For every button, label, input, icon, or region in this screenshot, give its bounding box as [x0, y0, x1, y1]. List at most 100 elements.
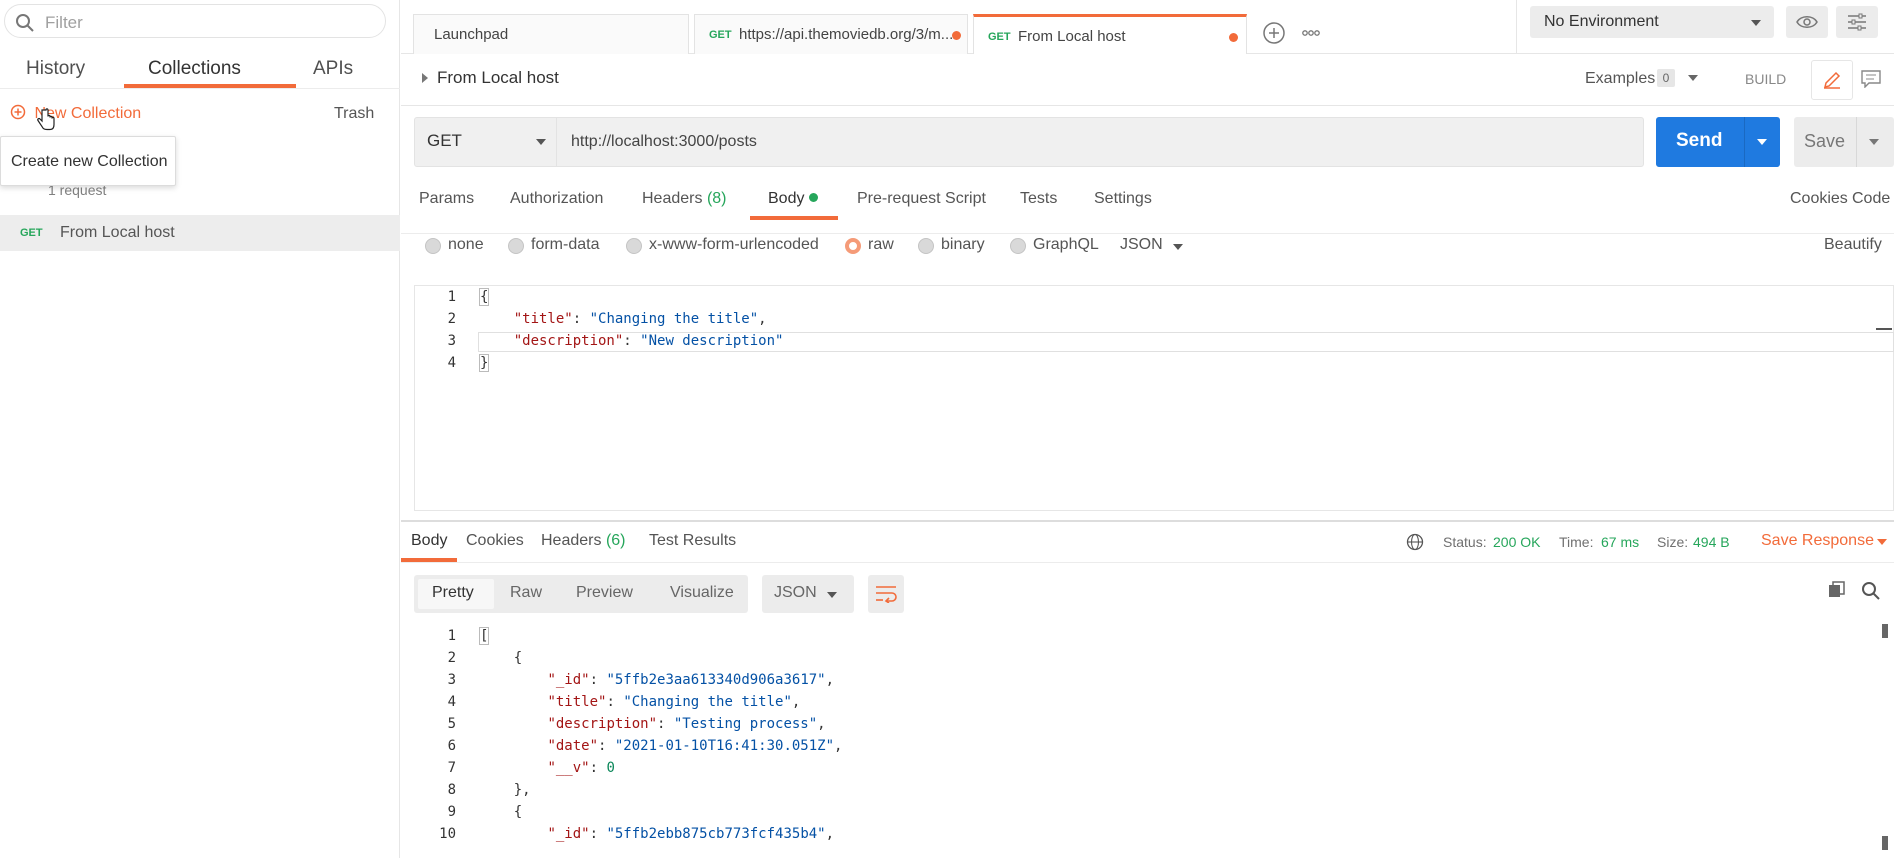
tab-params[interactable]: Params	[419, 190, 474, 208]
hand-cursor-icon	[37, 108, 55, 131]
code-line: "_id": "5ffb2ebb875cb773fcf435b4",	[547, 826, 835, 842]
scrollbar-thumb[interactable]	[1882, 836, 1888, 850]
chevron-down-icon[interactable]	[1687, 74, 1699, 82]
tab-label: https://api.themoviedb.org/3/m...	[739, 26, 954, 43]
headers-count: (6)	[605, 532, 626, 549]
divider	[1516, 0, 1517, 54]
radio-binary[interactable]	[918, 238, 934, 254]
chevron-down-icon[interactable]	[1172, 243, 1184, 251]
tab-moviedb[interactable]: GET https://api.themoviedb.org/3/m...	[694, 14, 968, 54]
response-body-viewer[interactable]: 1 2 3 4 5 6 7 8 9 10 [ { "_id": "5ffb2e3…	[401, 622, 1894, 858]
tooltip: Create new Collection	[0, 136, 176, 186]
copy-icon[interactable]	[1827, 580, 1847, 600]
tab-settings[interactable]: Settings	[1094, 190, 1152, 208]
wrap-lines-button[interactable]	[868, 575, 904, 613]
view-pretty[interactable]: Pretty	[432, 584, 474, 602]
examples-button[interactable]: Examples	[1585, 70, 1655, 88]
eye-icon	[1796, 16, 1818, 28]
build-label[interactable]: BUILD	[1745, 71, 1786, 87]
view-preview[interactable]: Preview	[576, 584, 633, 602]
code-line: },	[480, 782, 531, 798]
request-name: From Local host	[60, 224, 175, 241]
more-tabs-icon[interactable]	[1296, 18, 1326, 48]
line-number: 7	[447, 760, 456, 776]
save-response-button[interactable]: Save Response	[1761, 532, 1874, 550]
search-input[interactable]: Filter	[4, 4, 386, 38]
pane-splitter[interactable]	[401, 520, 1894, 522]
tab-history[interactable]: History	[26, 58, 85, 80]
tab-label: Headers	[642, 190, 703, 207]
tab-pre-request-script[interactable]: Pre-request Script	[857, 190, 986, 208]
radio-none[interactable]	[425, 238, 441, 254]
cookies-link[interactable]: Cookies	[1790, 190, 1848, 208]
new-tab-icon[interactable]	[1259, 18, 1289, 48]
tab-body[interactable]: Body	[768, 190, 818, 208]
radio-form-data[interactable]	[508, 238, 524, 254]
radio-raw[interactable]	[845, 238, 861, 254]
scrollbar-thumb[interactable]	[1882, 624, 1888, 638]
environment-value: No Environment	[1544, 13, 1659, 30]
code-line: {	[480, 650, 523, 666]
response-tab-test-results[interactable]: Test Results	[649, 532, 736, 550]
pencil-icon	[1823, 71, 1841, 89]
chevron-down-icon[interactable]	[1876, 538, 1888, 546]
tab-collections[interactable]: Collections	[148, 58, 241, 80]
url-input[interactable]: http://localhost:3000/posts	[571, 133, 757, 151]
response-tab-cookies[interactable]: Cookies	[466, 532, 524, 550]
sidebar: Filter History Collections APIs New Coll…	[0, 0, 400, 858]
send-button[interactable]: Send	[1656, 117, 1780, 167]
method-value: GET	[427, 131, 462, 150]
view-visualize[interactable]: Visualize	[670, 584, 734, 602]
beautify-link[interactable]: Beautify	[1824, 236, 1882, 254]
body-format-select[interactable]: JSON	[1120, 236, 1163, 254]
wrap-lines-icon	[876, 586, 897, 603]
response-tab-headers[interactable]: Headers (6)	[541, 532, 626, 550]
new-collection-button[interactable]: New Collection	[10, 104, 141, 123]
line-number: 1	[447, 289, 456, 305]
chevron-down-icon	[1751, 20, 1761, 26]
radio-urlencoded[interactable]	[626, 238, 642, 254]
size-value[interactable]: 494 B	[1693, 534, 1730, 550]
tab-from-local-host[interactable]: GET From Local host	[973, 14, 1247, 54]
tab-tests[interactable]: Tests	[1020, 190, 1057, 208]
response-tab-body[interactable]: Body	[411, 532, 447, 550]
scrollbar[interactable]	[1876, 328, 1892, 330]
tab-label: Headers	[541, 532, 602, 549]
line-number: 4	[447, 355, 456, 371]
view-raw[interactable]: Raw	[510, 584, 542, 602]
unsaved-dot-icon	[952, 31, 961, 40]
code-line: {	[478, 288, 490, 306]
environment-quick-look-button[interactable]	[1786, 6, 1828, 38]
trash-button[interactable]: Trash	[334, 105, 374, 123]
environment-select[interactable]: No Environment	[1530, 6, 1774, 38]
line-number: 2	[447, 650, 456, 666]
chevron-down-icon[interactable]	[1756, 138, 1768, 146]
globe-icon[interactable]	[1406, 533, 1424, 551]
edit-mode-button[interactable]	[1811, 60, 1853, 100]
save-label: Save	[1804, 131, 1846, 151]
status-dot-icon	[808, 193, 818, 202]
response-format-select[interactable]: JSON	[762, 575, 854, 613]
code-link[interactable]: Code	[1852, 190, 1890, 208]
tab-launchpad[interactable]: Launchpad	[413, 14, 689, 54]
caret-right-icon[interactable]	[421, 72, 429, 84]
chevron-down-icon[interactable]	[1868, 138, 1880, 146]
search-icon[interactable]	[1861, 581, 1881, 601]
tab-authorization[interactable]: Authorization	[510, 190, 603, 208]
method-select[interactable]: GET	[415, 118, 557, 166]
tab-apis[interactable]: APIs	[313, 58, 353, 80]
request-title[interactable]: From Local host	[437, 68, 559, 88]
save-button[interactable]: Save	[1794, 117, 1894, 167]
time-value[interactable]: 67 ms	[1601, 534, 1639, 550]
radio-label: binary	[941, 236, 985, 253]
comments-icon[interactable]	[1861, 70, 1881, 88]
manage-environments-button[interactable]	[1836, 6, 1878, 38]
tab-headers[interactable]: Headers (8)	[642, 190, 727, 208]
code-line: "description": "Testing process",	[547, 716, 826, 732]
search-placeholder: Filter	[45, 13, 83, 32]
code-line: {	[480, 804, 523, 820]
status-value[interactable]: 200 OK	[1493, 534, 1540, 550]
sidebar-request-item[interactable]: GET From Local host	[0, 215, 400, 251]
time-label: Time:	[1559, 534, 1594, 550]
radio-graphql[interactable]	[1010, 238, 1026, 254]
